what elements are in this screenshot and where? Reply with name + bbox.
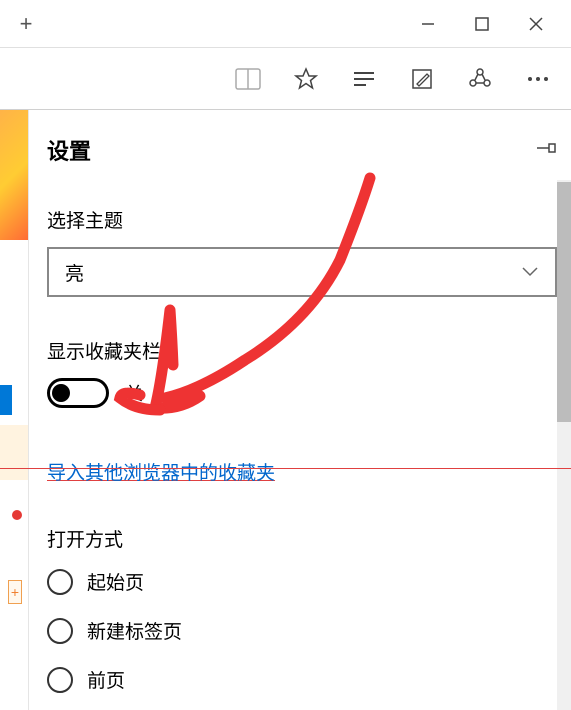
- panel-title: 设置: [47, 134, 91, 166]
- open-with-label: 打开方式: [47, 525, 557, 552]
- page-blue-fragment: [0, 385, 12, 415]
- favorites-icon[interactable]: [291, 64, 321, 94]
- chevron-down-icon: [521, 261, 539, 283]
- content-area: + 设置 选择主题 亮 显示收藏夹栏 关 导入其他浏览器中的收藏夹 打开方式: [0, 110, 571, 710]
- page-red-dot: [12, 510, 22, 520]
- scrollbar[interactable]: [557, 180, 571, 710]
- theme-select[interactable]: 亮: [47, 247, 557, 297]
- radio-start-page[interactable]: 起始页: [47, 568, 557, 595]
- page-orange-fragment: [0, 425, 28, 480]
- webnote-icon[interactable]: [407, 64, 437, 94]
- radio-label: 前页: [87, 666, 125, 693]
- page-banner-fragment: [0, 110, 28, 240]
- toggle-thumb: [52, 384, 70, 402]
- pin-icon[interactable]: [535, 139, 557, 162]
- import-favorites-link[interactable]: 导入其他浏览器中的收藏夹: [47, 458, 275, 485]
- more-icon[interactable]: [523, 64, 553, 94]
- panel-header: 设置: [47, 134, 557, 166]
- page-plus-fragment: +: [8, 580, 22, 604]
- settings-panel: 设置 选择主题 亮 显示收藏夹栏 关 导入其他浏览器中的收藏夹 打开方式 起始页: [28, 110, 571, 710]
- new-tab-button[interactable]: +: [8, 6, 44, 42]
- radio-circle-icon: [47, 569, 73, 595]
- open-with-group: 起始页 新建标签页 前页: [47, 568, 557, 693]
- hub-icon[interactable]: [349, 64, 379, 94]
- favorites-bar-label: 显示收藏夹栏: [47, 337, 557, 364]
- theme-label: 选择主题: [47, 206, 557, 233]
- window-controls: [413, 9, 563, 39]
- window-titlebar: +: [0, 0, 571, 48]
- radio-label: 起始页: [87, 568, 144, 595]
- reading-view-icon[interactable]: [233, 64, 263, 94]
- radio-circle-icon: [47, 667, 73, 693]
- favorites-bar-toggle[interactable]: [47, 378, 109, 408]
- favorites-bar-toggle-row: 关: [47, 378, 557, 408]
- radio-previous-page[interactable]: 前页: [47, 666, 557, 693]
- close-button[interactable]: [521, 9, 551, 39]
- scrollbar-thumb[interactable]: [557, 182, 571, 422]
- browser-toolbar: [0, 48, 571, 110]
- radio-circle-icon: [47, 618, 73, 644]
- share-icon[interactable]: [465, 64, 495, 94]
- minimize-button[interactable]: [413, 9, 443, 39]
- maximize-button[interactable]: [467, 9, 497, 39]
- page-sliver: +: [0, 110, 28, 710]
- radio-new-tab[interactable]: 新建标签页: [47, 617, 557, 644]
- radio-label: 新建标签页: [87, 617, 182, 644]
- theme-value: 亮: [65, 259, 84, 286]
- toggle-state-label: 关: [125, 380, 143, 406]
